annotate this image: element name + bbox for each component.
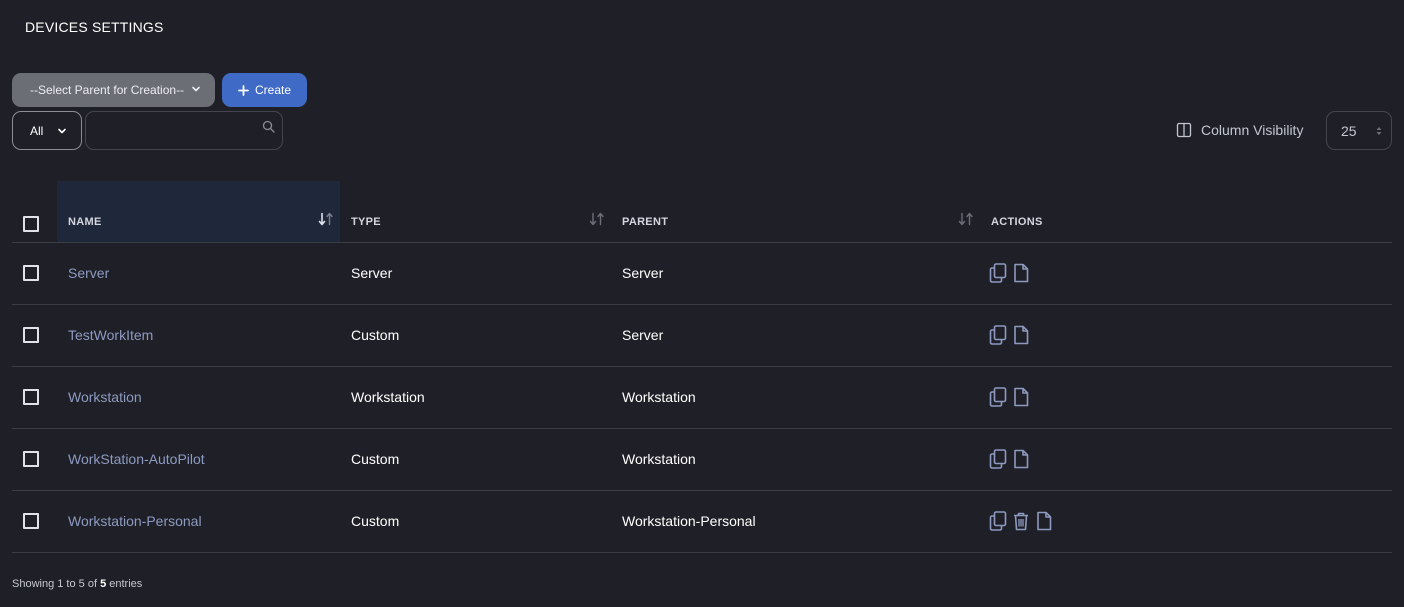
row-checkbox[interactable]	[23, 451, 39, 467]
column-header-label: NAME	[68, 216, 102, 228]
search-icon	[262, 120, 275, 133]
copy-icon[interactable]	[989, 263, 1007, 283]
column-header-actions: ACTIONS	[991, 181, 1191, 242]
sort-icon	[958, 212, 973, 226]
row-checkbox[interactable]	[23, 389, 39, 405]
device-type: Custom	[351, 513, 400, 529]
create-button[interactable]: Create	[222, 73, 307, 107]
delete-icon[interactable]	[1012, 511, 1030, 531]
document-icon[interactable]	[1012, 263, 1030, 283]
document-icon[interactable]	[1012, 325, 1030, 345]
copy-icon[interactable]	[989, 325, 1007, 345]
row-actions	[989, 449, 1030, 469]
device-type: Workstation	[351, 389, 425, 405]
device-parent: Workstation	[622, 389, 696, 405]
document-icon[interactable]	[1035, 511, 1053, 531]
column-header-parent[interactable]: PARENT	[622, 181, 978, 242]
chevron-down-icon	[192, 86, 200, 92]
copy-icon[interactable]	[989, 511, 1007, 531]
page-size-value: 25	[1341, 122, 1357, 139]
document-icon[interactable]	[1012, 387, 1030, 407]
device-parent: Workstation	[622, 451, 696, 467]
column-header-name[interactable]: NAME	[57, 181, 340, 242]
devices-settings-page: DEVICES SETTINGS --Select Parent for Cre…	[0, 0, 1404, 607]
parent-select-dropdown[interactable]: --Select Parent for Creation--	[12, 73, 215, 107]
table-info: Showing 1 to 5 of 5 entries	[12, 578, 142, 590]
parent-select-label: --Select Parent for Creation--	[30, 83, 185, 97]
row-checkbox[interactable]	[23, 327, 39, 343]
table-row: WorkStation-AutoPilot Custom Workstation	[12, 429, 1392, 491]
filter-select-value: All	[30, 123, 44, 138]
filter-select[interactable]: All	[12, 111, 82, 150]
row-checkbox[interactable]	[23, 265, 39, 281]
table-row: TestWorkItem Custom Server	[12, 305, 1392, 367]
page-title: DEVICES SETTINGS	[25, 19, 164, 35]
sort-updown-icon	[1376, 127, 1382, 135]
device-name-link[interactable]: Workstation-Personal	[68, 513, 202, 529]
table-info-suffix: entries	[106, 578, 143, 590]
device-type: Custom	[351, 451, 400, 467]
plus-icon	[238, 84, 249, 96]
device-parent: Server	[622, 327, 664, 343]
row-checkbox[interactable]	[23, 513, 39, 529]
column-header-label: ACTIONS	[991, 216, 1043, 228]
document-icon[interactable]	[1012, 449, 1030, 469]
sort-icon	[589, 212, 604, 226]
column-visibility-button[interactable]: Column Visibility	[1176, 120, 1303, 140]
row-actions	[989, 511, 1053, 531]
columns-icon	[1176, 122, 1192, 138]
chevron-down-icon	[58, 128, 66, 134]
table-body: Server Server Server TestWorkItem Custom Serv…	[12, 243, 1392, 553]
devices-table: NAME TYPE PARENT ACTIONS Server Server S…	[12, 181, 1392, 553]
device-parent: Workstation-Personal	[622, 513, 756, 529]
device-type: Custom	[351, 327, 400, 343]
device-name-link[interactable]: Workstation	[68, 389, 142, 405]
device-name-link[interactable]: Server	[68, 265, 109, 281]
column-header-label: PARENT	[622, 216, 669, 228]
column-header-type[interactable]: TYPE	[351, 181, 609, 242]
copy-icon[interactable]	[989, 387, 1007, 407]
table-row: Workstation Workstation Workstation	[12, 367, 1392, 429]
device-parent: Server	[622, 265, 664, 281]
search-input[interactable]	[94, 118, 258, 144]
page-size-select[interactable]: 25	[1326, 111, 1392, 150]
row-actions	[989, 263, 1030, 283]
device-name-link[interactable]: TestWorkItem	[68, 327, 153, 343]
sort-descending-icon	[318, 212, 333, 226]
copy-icon[interactable]	[989, 449, 1007, 469]
device-name-link[interactable]: WorkStation-AutoPilot	[68, 451, 205, 467]
table-row: Workstation-Personal Custom Workstation-Pe…	[12, 491, 1392, 553]
device-type: Server	[351, 265, 393, 281]
row-actions	[989, 325, 1030, 345]
column-header-label: TYPE	[351, 216, 381, 228]
select-all-checkbox[interactable]	[23, 216, 39, 232]
table-info-prefix: Showing 1 to 5 of	[12, 578, 101, 590]
table-header: NAME TYPE PARENT ACTIONS	[12, 181, 1392, 243]
row-actions	[989, 387, 1030, 407]
search-box	[85, 111, 283, 150]
table-row: Server Server Server	[12, 243, 1392, 305]
column-visibility-label: Column Visibility	[1201, 122, 1304, 138]
create-button-label: Create	[254, 83, 292, 97]
